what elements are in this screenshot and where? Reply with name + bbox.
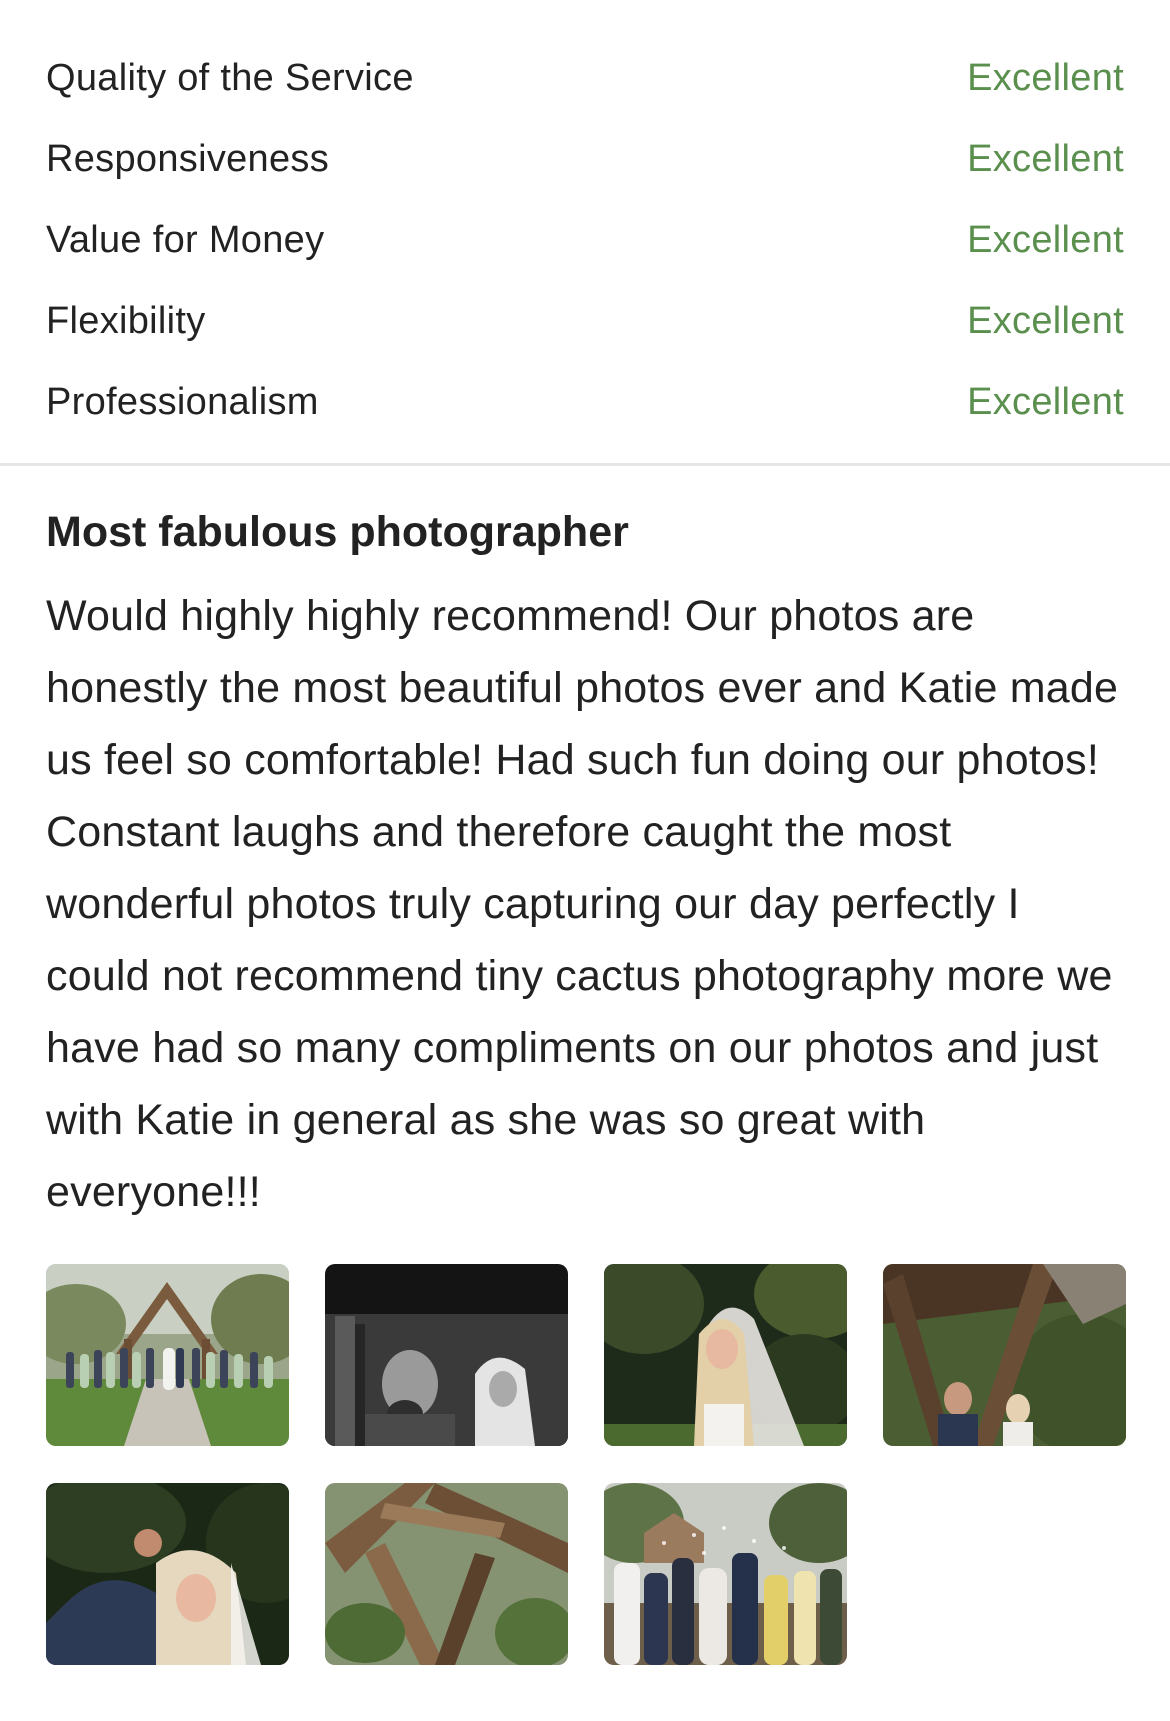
review-title: Most fabulous photographer	[46, 508, 629, 556]
embrace-photo[interactable]	[46, 1483, 289, 1665]
rating-value: Excellent	[967, 381, 1124, 423]
black-and-white-couple-photo[interactable]	[325, 1264, 568, 1446]
review-body: Would highly highly recommend! Our photo…	[46, 592, 1119, 1216]
photo-gallery	[46, 1264, 1126, 1665]
couple-under-arch-photo[interactable]	[883, 1264, 1126, 1446]
rating-label: Responsiveness	[46, 138, 330, 180]
rating-value: Excellent	[967, 219, 1124, 261]
wooden-arch-photo[interactable]	[325, 1483, 568, 1665]
rating-value: Excellent	[967, 57, 1124, 99]
section-divider	[0, 463, 1170, 466]
rating-value: Excellent	[967, 138, 1124, 180]
rating-row-professionalism: Professionalism Excellent	[46, 362, 1124, 443]
rating-value: Excellent	[967, 300, 1124, 342]
rating-row-value-for-money: Value for Money Excellent	[46, 200, 1124, 281]
rating-row-quality: Quality of the Service Excellent	[46, 38, 1124, 119]
rating-label: Flexibility	[46, 300, 206, 342]
rating-row-responsiveness: Responsiveness Excellent	[46, 119, 1124, 200]
rating-label: Quality of the Service	[46, 57, 414, 99]
rating-row-flexibility: Flexibility Excellent	[46, 281, 1124, 362]
rating-label: Professionalism	[46, 381, 319, 423]
confetti-exit-photo[interactable]	[604, 1483, 847, 1665]
bride-portrait-photo[interactable]	[604, 1264, 847, 1446]
review-card: Most fabulous photographer Would highly …	[46, 502, 1124, 1228]
wedding-party-photo[interactable]	[46, 1264, 289, 1446]
rating-label: Value for Money	[46, 219, 325, 261]
ratings-list: Quality of the Service Excellent Respons…	[46, 38, 1124, 443]
